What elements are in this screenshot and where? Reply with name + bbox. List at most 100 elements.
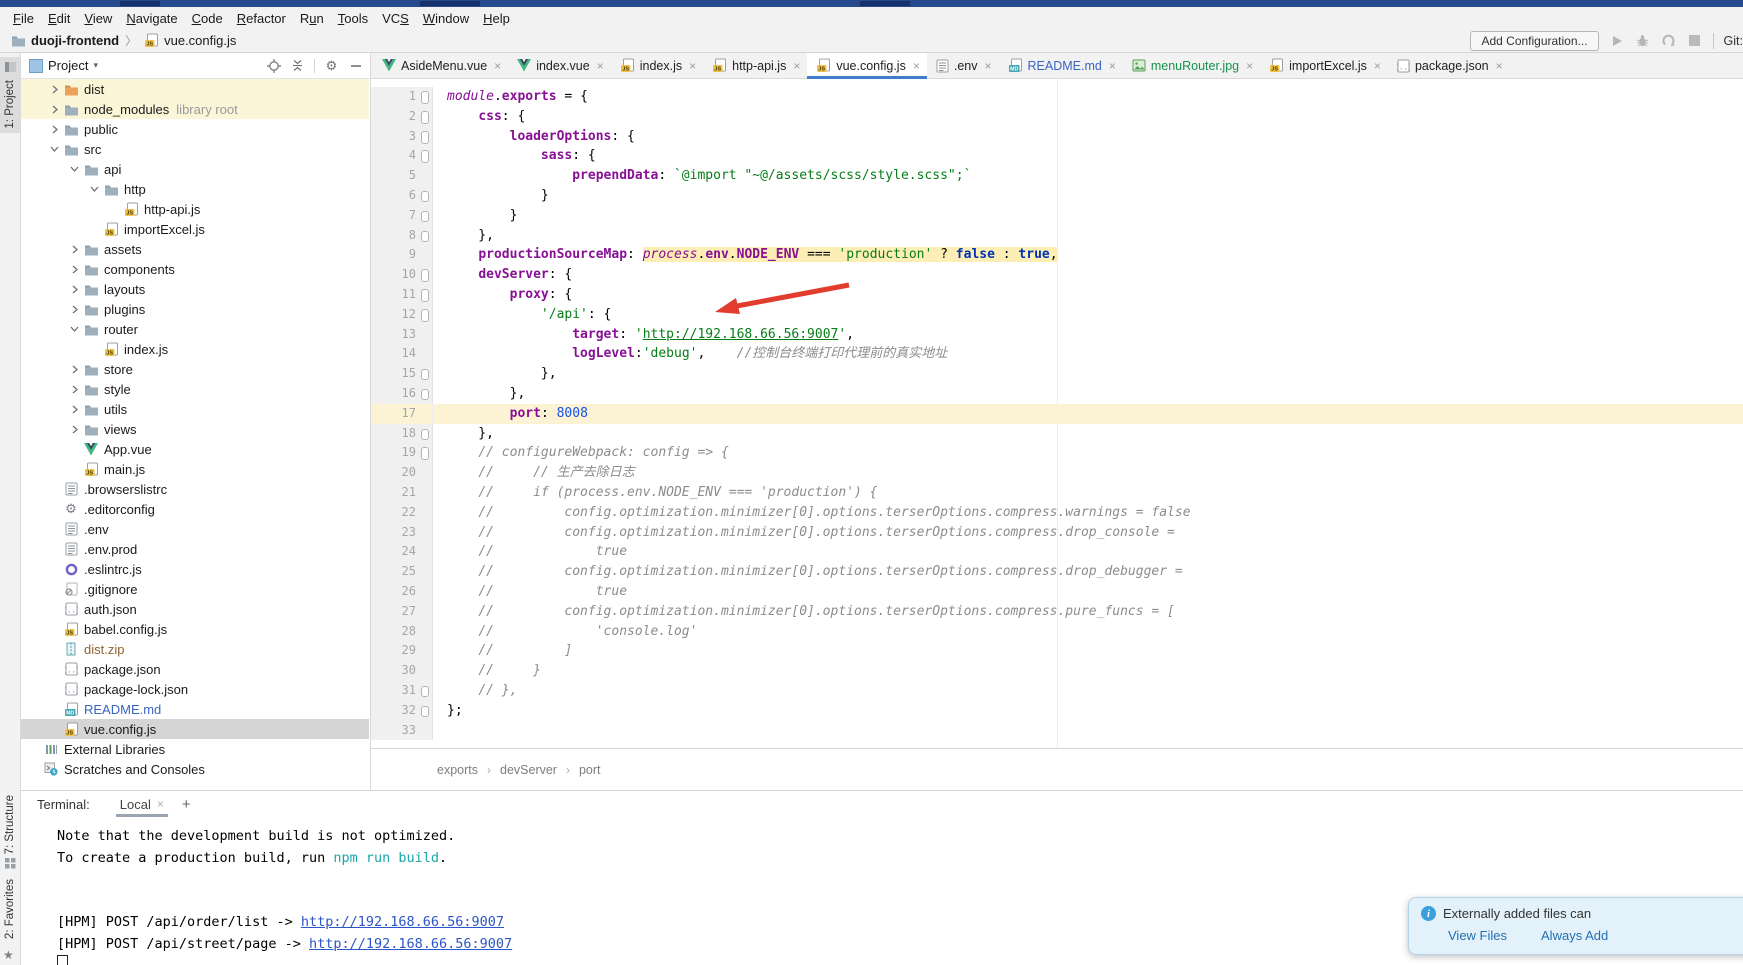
tree-item-src[interactable]: src <box>21 139 369 159</box>
tree-item-dist[interactable]: dist <box>21 79 369 99</box>
tree-item-http[interactable]: http <box>21 179 369 199</box>
tree-item-index-js[interactable]: JSindex.js <box>21 339 369 359</box>
fold-end-marker[interactable] <box>421 686 429 697</box>
fold-start-marker[interactable] <box>421 111 429 124</box>
terminal-link[interactable]: http://192.168.66.56:9007 <box>301 914 504 930</box>
breadcrumb-project[interactable]: duoji-frontend <box>31 33 119 48</box>
tree-item-utils[interactable]: utils <box>21 399 369 419</box>
sidebar-tab-project[interactable]: 1: Project <box>0 57 20 133</box>
tree-item-api[interactable]: api <box>21 159 369 179</box>
menu-item-help[interactable]: Help <box>476 9 517 28</box>
editor-tab-index-js[interactable]: JSindex.js× <box>611 53 703 78</box>
tree-item--env[interactable]: .env <box>21 519 369 539</box>
chevron-right-icon[interactable] <box>67 305 82 314</box>
tree-item-public[interactable]: public <box>21 119 369 139</box>
editor-tab-menurouter-jpg[interactable]: menuRouter.jpg× <box>1123 53 1260 78</box>
close-icon[interactable]: × <box>157 797 164 811</box>
code-editor[interactable]: 1module.exports = {2 css: {3 loaderOptio… <box>371 79 1743 748</box>
editor-tab-package-json[interactable]: {..}package.json× <box>1388 53 1510 78</box>
tree-item-importexcel-js[interactable]: JSimportExcel.js <box>21 219 369 239</box>
tree-item-plugins[interactable]: plugins <box>21 299 369 319</box>
chevron-right-icon[interactable] <box>67 385 82 394</box>
editor-tab-importexcel-js[interactable]: JSimportExcel.js× <box>1260 53 1388 78</box>
menu-item-file[interactable]: File <box>6 9 41 28</box>
hide-panel-icon[interactable] <box>348 58 363 73</box>
run-icon[interactable] <box>1609 33 1625 49</box>
editor-tab-asidemenu-vue[interactable]: AsideMenu.vue× <box>373 53 508 78</box>
tree-item-app-vue[interactable]: App.vue <box>21 439 369 459</box>
editor-tab-http-api-js[interactable]: JShttp-api.js× <box>703 53 807 78</box>
chevron-down-icon[interactable] <box>87 185 102 193</box>
editor-tab--env[interactable]: .env× <box>927 53 999 78</box>
settings-gear-icon[interactable]: ⚙ <box>324 58 339 73</box>
fold-end-marker[interactable] <box>421 389 429 400</box>
tree-item-views[interactable]: views <box>21 419 369 439</box>
sidebar-tab-structure[interactable]: 7: Structure <box>0 795 20 872</box>
tree-item-http-api-js[interactable]: JShttp-api.js <box>21 199 369 219</box>
close-icon[interactable]: × <box>597 59 604 73</box>
fold-end-marker[interactable] <box>421 429 429 440</box>
tree-item-components[interactable]: components <box>21 259 369 279</box>
tree-item-store[interactable]: store <box>21 359 369 379</box>
tree-item-scratches-and-consoles[interactable]: Scratches and Consoles <box>21 759 369 779</box>
fold-end-marker[interactable] <box>421 369 429 380</box>
tree-item-external-libraries[interactable]: External Libraries <box>21 739 369 759</box>
git-widget-label[interactable]: Git: <box>1724 34 1743 48</box>
tree-item-main-js[interactable]: JSmain.js <box>21 459 369 479</box>
tree-item-package-lock-json[interactable]: {..}package-lock.json <box>21 679 369 699</box>
sidebar-tab-favorites[interactable]: 2: Favorites <box>0 879 20 939</box>
debug-icon[interactable] <box>1635 33 1651 49</box>
fold-end-marker[interactable] <box>421 211 429 222</box>
close-icon[interactable]: × <box>1109 59 1116 73</box>
stop-icon[interactable] <box>1687 33 1703 49</box>
breadcrumb-exports[interactable]: exports <box>437 763 478 777</box>
chevron-right-icon[interactable] <box>47 125 62 134</box>
fold-start-marker[interactable] <box>421 289 429 302</box>
chevron-right-icon[interactable] <box>67 425 82 434</box>
run-with-coverage-icon[interactable] <box>1661 33 1677 49</box>
editor-tab-readme-md[interactable]: MDREADME.md× <box>999 53 1123 78</box>
menu-item-vcs[interactable]: VCS <box>375 9 416 28</box>
menu-item-tools[interactable]: Tools <box>331 9 375 28</box>
collapse-all-icon[interactable] <box>290 58 305 73</box>
terminal-panel-label[interactable]: Terminal: <box>37 797 90 812</box>
tree-item--env-prod[interactable]: .env.prod <box>21 539 369 559</box>
tree-item--browserslistrc[interactable]: .browserslistrc <box>21 479 369 499</box>
fold-start-marker[interactable] <box>421 131 429 144</box>
chevron-down-icon[interactable] <box>67 325 82 333</box>
terminal-link[interactable]: http://192.168.66.56:9007 <box>309 936 512 952</box>
locate-file-icon[interactable] <box>266 58 281 73</box>
close-icon[interactable]: × <box>1496 59 1503 73</box>
fold-start-marker[interactable] <box>421 150 429 163</box>
terminal-tab-local[interactable]: Local × <box>118 793 166 816</box>
tree-item-auth-json[interactable]: {..}auth.json <box>21 599 369 619</box>
editor-tab-vue-config-js[interactable]: JSvue.config.js× <box>807 53 927 78</box>
editor-tab-index-vue[interactable]: index.vue× <box>508 53 611 78</box>
tree-item-style[interactable]: style <box>21 379 369 399</box>
tree-item-assets[interactable]: assets <box>21 239 369 259</box>
close-icon[interactable]: × <box>689 59 696 73</box>
menu-item-navigate[interactable]: Navigate <box>119 9 184 28</box>
close-icon[interactable]: × <box>984 59 991 73</box>
tree-item-dist-zip[interactable]: dist.zip <box>21 639 369 659</box>
menu-item-view[interactable]: View <box>77 9 119 28</box>
chevron-right-icon[interactable] <box>67 405 82 414</box>
menu-item-run[interactable]: Run <box>293 9 331 28</box>
breadcrumb-file[interactable]: vue.config.js <box>164 33 236 48</box>
view-files-link[interactable]: View Files <box>1448 928 1507 943</box>
tree-item-package-json[interactable]: {..}package.json <box>21 659 369 679</box>
close-icon[interactable]: × <box>793 59 800 73</box>
chevron-right-icon[interactable] <box>67 265 82 274</box>
fold-start-marker[interactable] <box>421 269 429 282</box>
chevron-right-icon[interactable] <box>47 85 62 94</box>
fold-end-marker[interactable] <box>421 231 429 242</box>
always-add-link[interactable]: Always Add <box>1541 928 1608 943</box>
menu-item-code[interactable]: Code <box>185 9 230 28</box>
chevron-down-icon[interactable] <box>47 145 62 153</box>
project-view-selector[interactable]: Project ▾ <box>29 58 98 73</box>
favorites-star-icon[interactable]: ★ <box>3 948 14 962</box>
breadcrumb-devserver[interactable]: devServer <box>500 763 557 777</box>
chevron-right-icon[interactable] <box>67 285 82 294</box>
tree-item-vue-config-js[interactable]: JSvue.config.js <box>21 719 369 739</box>
tree-item-babel-config-js[interactable]: JSbabel.config.js <box>21 619 369 639</box>
